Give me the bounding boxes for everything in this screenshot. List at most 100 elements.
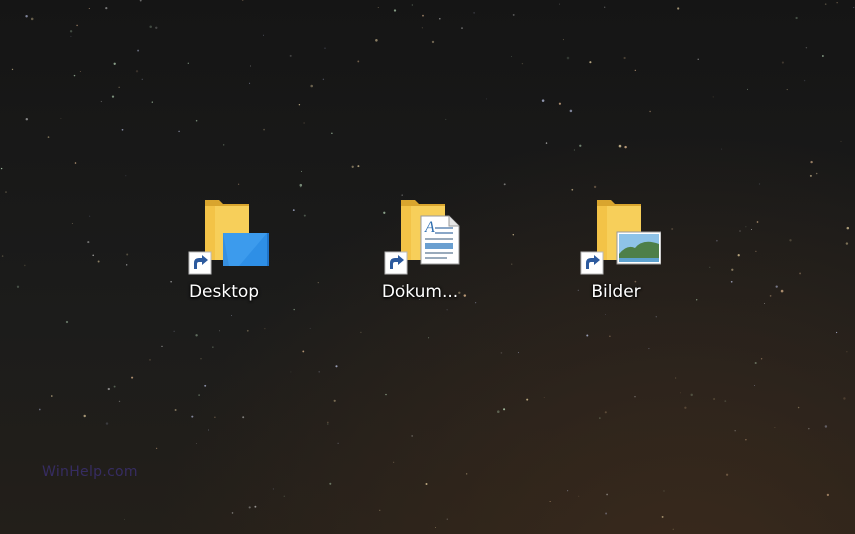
star-dot xyxy=(149,359,151,361)
shortcut-arrow-icon xyxy=(384,251,408,275)
star-dot xyxy=(696,299,698,301)
star-dot xyxy=(223,144,225,146)
star-dot xyxy=(248,506,251,509)
star-dot xyxy=(299,183,303,187)
star-dot xyxy=(231,512,234,514)
star-dot xyxy=(754,361,757,365)
star-dot xyxy=(204,384,207,387)
star-dot xyxy=(815,172,818,175)
star-dot xyxy=(357,60,360,63)
star-dot xyxy=(135,70,139,73)
star-dot xyxy=(411,4,413,6)
star-dot xyxy=(324,47,326,50)
star-dot xyxy=(241,0,244,1)
star-dot xyxy=(579,144,582,147)
star-dot xyxy=(393,9,397,12)
star-dot xyxy=(242,416,245,419)
star-dot xyxy=(125,175,127,177)
star-dot xyxy=(609,335,611,337)
star-dot xyxy=(360,331,362,334)
folder-icon xyxy=(188,200,269,275)
star-dot xyxy=(730,280,733,283)
star-dot xyxy=(780,289,784,293)
pictures-folder-shortcut[interactable]: Bilder xyxy=(561,196,671,312)
star-dot xyxy=(558,102,562,105)
star-dot xyxy=(690,393,693,397)
star-dot xyxy=(721,148,723,150)
star-dot xyxy=(187,62,189,64)
star-dot xyxy=(521,62,524,65)
star-dot xyxy=(74,162,77,164)
star-dot xyxy=(425,482,428,486)
star-dot xyxy=(385,393,387,396)
star-dot xyxy=(764,303,765,304)
star-dot xyxy=(302,350,305,353)
star-dot xyxy=(1,255,4,257)
landscape-picture-icon xyxy=(616,231,661,265)
star-dot xyxy=(155,26,158,29)
star-dot xyxy=(805,46,808,49)
star-dot xyxy=(393,461,395,463)
star-dot xyxy=(634,69,636,72)
star-dot xyxy=(105,6,108,10)
star-dot xyxy=(649,110,651,113)
star-dot xyxy=(11,68,14,71)
star-dot xyxy=(824,425,828,428)
star-dot xyxy=(25,117,29,121)
star-dot xyxy=(486,98,488,100)
desktop-folder-shortcut[interactable]: Desktop xyxy=(169,196,279,312)
star-dot xyxy=(567,490,569,492)
star-dot xyxy=(604,6,606,8)
star-dot xyxy=(511,55,512,57)
star-dot xyxy=(822,55,824,57)
documents-folder-shortcut[interactable]: A Dokum... xyxy=(365,196,475,312)
star-dot xyxy=(661,515,664,518)
star-dot xyxy=(566,56,570,60)
star-dot xyxy=(178,130,180,133)
star-dot xyxy=(503,408,506,411)
star-dot xyxy=(795,16,798,20)
star-dot xyxy=(836,2,838,4)
star-dot xyxy=(724,400,727,403)
star-dot xyxy=(754,385,755,386)
star-dot xyxy=(826,493,830,497)
star-dot xyxy=(317,281,319,284)
star-dot xyxy=(218,330,221,332)
star-dot xyxy=(124,518,125,520)
star-dot xyxy=(118,400,121,403)
star-dot xyxy=(327,421,329,423)
star-dot xyxy=(113,62,116,65)
star-dot xyxy=(113,385,116,388)
star-dot xyxy=(713,397,716,401)
star-dot xyxy=(249,82,251,84)
star-dot xyxy=(737,254,740,257)
star-dot xyxy=(200,358,202,360)
star-dot xyxy=(428,337,430,339)
star-dot xyxy=(16,285,20,288)
star-dot xyxy=(663,490,665,492)
star-dot xyxy=(76,24,78,27)
star-dot xyxy=(73,74,76,77)
star-dot xyxy=(517,352,519,354)
star-dot xyxy=(0,167,3,170)
star-dot xyxy=(303,122,305,124)
star-dot xyxy=(589,61,592,64)
star-dot xyxy=(475,302,477,304)
star-dot xyxy=(137,49,140,52)
star-dot xyxy=(846,351,848,353)
watermark-text: WinHelp.com xyxy=(42,464,138,480)
star-dot xyxy=(300,186,302,188)
star-dot xyxy=(808,427,810,430)
star-dot xyxy=(461,27,463,29)
shortcut-arrow-icon xyxy=(188,251,212,275)
desktop-background[interactable]: Desktop A Dokum... Bilder WinHelp.com xyxy=(0,0,855,534)
star-dot xyxy=(195,442,198,445)
star-dot xyxy=(191,415,194,418)
star-dot xyxy=(545,142,548,144)
star-dot xyxy=(809,174,812,177)
star-dot xyxy=(781,61,784,64)
star-dot xyxy=(684,406,687,409)
star-dot xyxy=(24,264,26,267)
star-dot xyxy=(845,242,849,245)
star-dot xyxy=(573,149,575,151)
